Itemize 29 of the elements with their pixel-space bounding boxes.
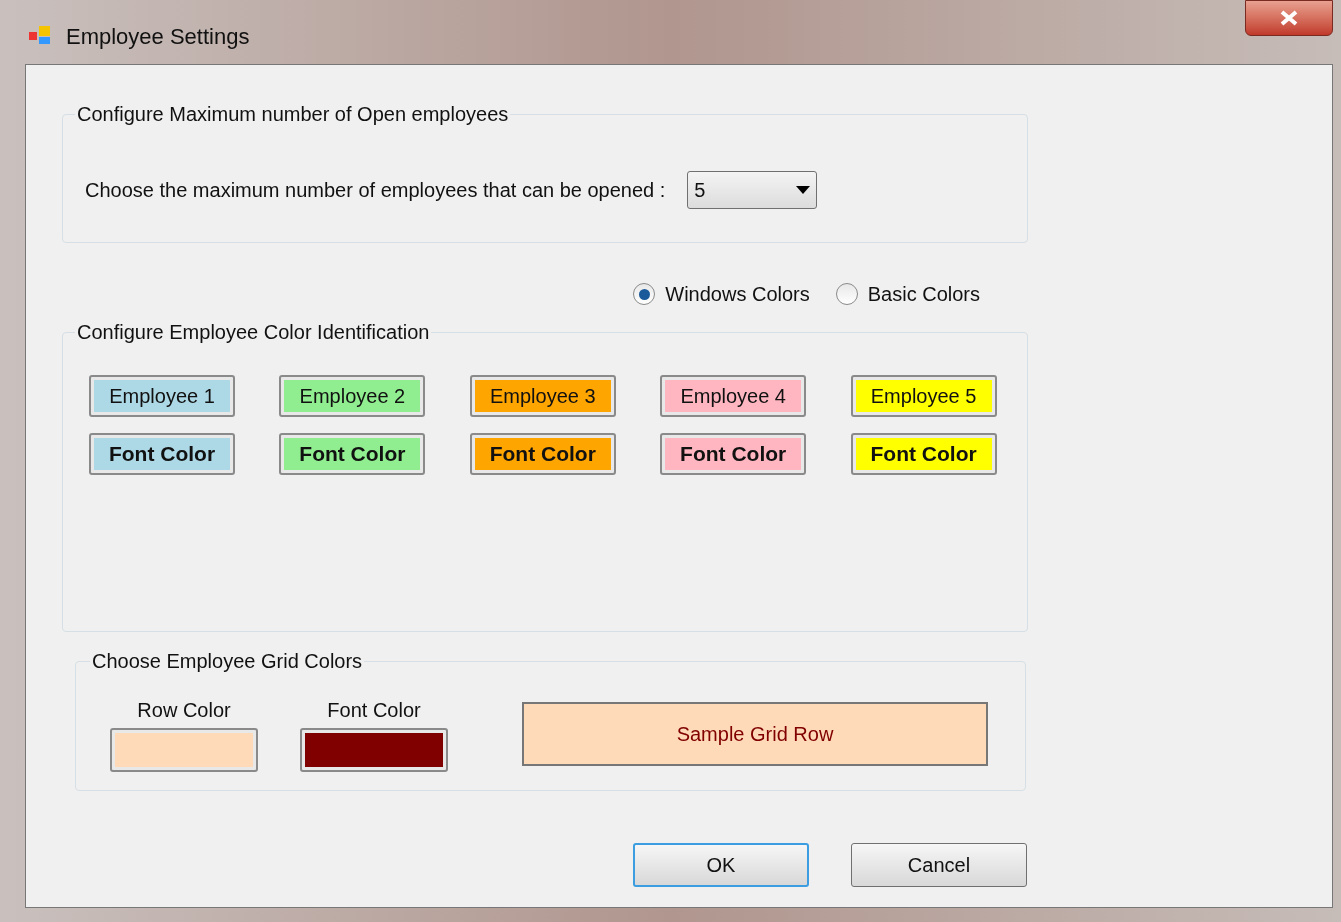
group-title: Choose Employee Grid Colors <box>91 649 364 674</box>
font-color-button[interactable]: Font Color <box>469 433 616 475</box>
swatch-label: Font Color <box>327 700 421 720</box>
employee-color-button[interactable]: Employee 3 <box>469 375 616 417</box>
dialog-button[interactable]: Cancel <box>851 843 1027 887</box>
close-icon <box>1280 10 1298 26</box>
font-color-button[interactable]: Font Color <box>89 433 235 475</box>
color-scheme-radio[interactable]: Basic Colors <box>835 279 980 309</box>
close-button[interactable] <box>1245 0 1333 36</box>
color-swatch-button[interactable] <box>300 728 448 772</box>
font-color-button[interactable]: Font Color <box>850 433 997 475</box>
window-title: Employee Settings <box>66 23 250 51</box>
group-title: Configure Employee Color Identification <box>76 320 431 345</box>
dropdown-arrow-icon <box>796 186 811 194</box>
count-dropdown[interactable]: 5 <box>687 171 818 209</box>
dialog-button[interactable]: OK <box>633 843 809 887</box>
sample-grid-row: Sample Grid Row <box>522 702 988 766</box>
group-title: Configure Maximum number of Open employees <box>76 102 510 127</box>
max-employees-label: Choose the maximum number of employees that can be opened : <box>85 178 666 203</box>
color-scheme-radio[interactable]: Windows Colors <box>633 279 810 309</box>
employee-color-button[interactable]: Employee 1 <box>89 375 235 417</box>
font-color-button[interactable]: Font Color <box>279 433 426 475</box>
employee-color-button[interactable]: Employee 4 <box>660 375 807 417</box>
swatch-label: Row Color <box>137 700 231 720</box>
employee-color-button[interactable]: Employee 2 <box>279 375 426 417</box>
employee-color-button[interactable]: Employee 5 <box>850 375 997 417</box>
font-color-button[interactable]: Font Color <box>660 433 807 475</box>
color-swatch-button[interactable] <box>110 728 258 772</box>
app-icon <box>28 24 52 46</box>
